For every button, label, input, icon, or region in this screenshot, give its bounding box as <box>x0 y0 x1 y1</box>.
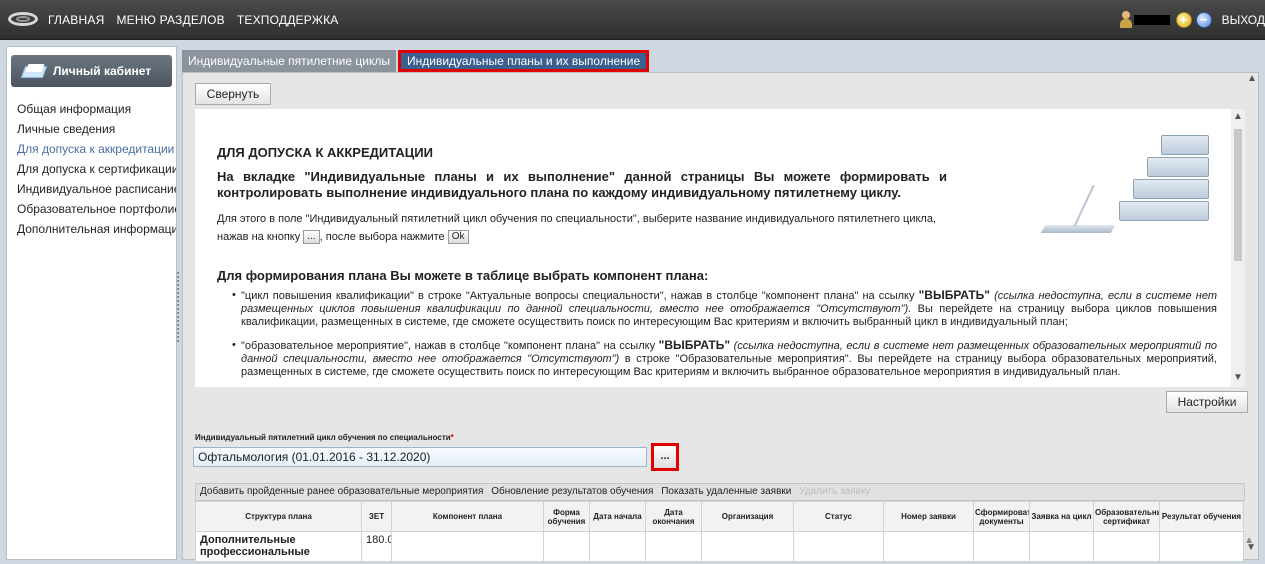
cell-cycle-request <box>1029 531 1094 562</box>
tab-strip: Индивидуальные пятилетние циклы Индивиду… <box>182 50 650 72</box>
nav-support[interactable]: ТЕХПОДДЕРЖКА <box>237 13 339 27</box>
cabinet-header[interactable]: Личный кабинет <box>11 55 172 87</box>
info-bullets: "цикл повышения квалификации" в строке "… <box>232 289 1217 387</box>
col-documents[interactable]: Сформировать документы <box>973 501 1030 532</box>
info-subheading: На вкладке "Индивидуальные планы и их вы… <box>217 169 947 200</box>
col-end-date[interactable]: Дата окончания <box>645 501 702 532</box>
settings-button[interactable]: Настройки <box>1166 391 1248 413</box>
info-bullet-2: "образовательное мероприятие", нажав в с… <box>232 339 1217 379</box>
sidebar-item-accreditation[interactable]: Для допуска к аккредитации <box>7 139 176 159</box>
cell-organization <box>701 531 794 562</box>
sidebar: Личный кабинет Общая информация Личные с… <box>6 46 177 560</box>
plan-table: Структура плана ЗЕТ Компонент плана Форм… <box>195 501 1244 562</box>
zoom-in-icon[interactable]: + <box>1175 12 1192 28</box>
cycle-pick-button[interactable]: ... <box>651 443 679 471</box>
info-box: ДЛЯ ДОПУСКА К АККРЕДИТАЦИИ На вкладке "И… <box>195 109 1245 387</box>
user-icon <box>1119 11 1132 29</box>
col-zet[interactable]: ЗЕТ <box>361 501 392 532</box>
nav-sections-menu[interactable]: МЕНЮ РАЗДЕЛОВ <box>116 13 224 27</box>
info-example-ok-button: Ok <box>447 230 469 245</box>
cell-form <box>543 531 590 562</box>
cell-component <box>391 531 544 562</box>
zoom-out-icon[interactable]: − <box>1195 12 1212 28</box>
col-organization[interactable]: Организация <box>701 501 794 532</box>
table-header-row: Структура плана ЗЕТ Компонент плана Форм… <box>195 501 1244 532</box>
info-example-pick-button: ... <box>303 230 320 245</box>
table-toolbar: Добавить пройденные ранее образовательны… <box>195 483 1245 501</box>
info-heading: ДЛЯ ДОПУСКА К АККРЕДИТАЦИИ <box>217 145 433 160</box>
book-icon <box>23 64 45 78</box>
sidebar-item-personal-data[interactable]: Личные сведения <box>7 119 176 139</box>
main-panel: ▲ Свернуть ДЛЯ ДОПУСКА К АККРЕДИТАЦИИ На… <box>182 72 1259 562</box>
col-certificate[interactable]: Образовательный сертификат <box>1093 501 1160 532</box>
main-scroll-up-icon[interactable]: ▲ <box>1247 73 1257 85</box>
info-paragraph-1: Для этого в поле "Индивидуальный пятилет… <box>217 213 937 225</box>
info-bullet-1: "цикл повышения квалификации" в строке "… <box>232 289 1217 329</box>
col-structure[interactable]: Структура плана <box>195 501 362 532</box>
table-row[interactable]: Дополнительные профессиональные 180.0 <box>195 531 1244 562</box>
top-right-controls: + − ВЫХОД <box>1119 0 1265 40</box>
info-p2-text-b: , после выбора нажмите <box>319 231 445 243</box>
cell-structure: Дополнительные профессиональные <box>195 531 362 562</box>
sidebar-item-portfolio[interactable]: Образовательное портфолио <box>7 199 176 219</box>
cycle-select-field[interactable]: Офтальмология (01.01.2016 - 31.12.2020) <box>193 447 647 467</box>
site-logo-icon[interactable] <box>8 11 38 28</box>
logout-link[interactable]: ВЫХОД <box>1222 13 1265 27</box>
tab-plans-execution[interactable]: Индивидуальные планы и их выполнение <box>397 50 650 72</box>
col-form[interactable]: Форма обучения <box>543 501 590 532</box>
cell-request-number <box>883 531 974 562</box>
info-scroll-thumb[interactable] <box>1234 129 1242 261</box>
cell-result <box>1159 531 1244 562</box>
info-scroll-down-icon[interactable]: ▼ <box>1233 372 1243 383</box>
cabinet-title: Личный кабинет <box>53 64 152 78</box>
cell-zet: 180.0 <box>361 531 392 562</box>
user-name-redacted[interactable] <box>1133 15 1170 25</box>
sidebar-menu: Общая информация Личные сведения Для доп… <box>7 99 176 239</box>
panel-splitter[interactable] <box>177 272 180 342</box>
delete-request-link: Удалить заявку <box>799 486 871 497</box>
cell-status <box>793 531 884 562</box>
sidebar-item-general-info[interactable]: Общая информация <box>7 99 176 119</box>
sidebar-item-schedule[interactable]: Индивидуальное расписание <box>7 179 176 199</box>
update-results-link[interactable]: Обновление результатов обучения <box>491 486 653 497</box>
collapse-button[interactable]: Свернуть <box>195 83 271 105</box>
info-scroll-up-icon[interactable]: ▲ <box>1233 111 1243 122</box>
col-status[interactable]: Статус <box>793 501 884 532</box>
info-paragraph-2: нажав на кнопку ..., после выбора нажмит… <box>217 229 469 245</box>
cell-certificate <box>1093 531 1160 562</box>
col-request-number[interactable]: Номер заявки <box>883 501 974 532</box>
sidebar-item-additional-info[interactable]: Дополнительная информация <box>7 219 176 239</box>
cycle-field-label: Индивидуальный пятилетний цикл обучения … <box>195 433 454 442</box>
info-scrollbar[interactable]: ▲ ▼ <box>1231 109 1245 387</box>
add-past-events-link[interactable]: Добавить пройденные ранее образовательны… <box>200 486 483 497</box>
info-heading-2: Для формирования плана Вы можете в табли… <box>217 268 709 283</box>
cell-start-date <box>589 531 646 562</box>
col-cycle-request[interactable]: Заявка на цикл <box>1029 501 1094 532</box>
col-result[interactable]: Результат обучения <box>1159 501 1244 532</box>
tab-five-year-cycles[interactable]: Индивидуальные пятилетние циклы <box>182 50 396 72</box>
cell-documents <box>973 531 1030 562</box>
cell-end-date <box>645 531 702 562</box>
books-illustration <box>1035 127 1225 237</box>
col-component[interactable]: Компонент плана <box>391 501 544 532</box>
sidebar-item-certification[interactable]: Для допуска к сертификации <box>7 159 176 179</box>
info-p2-text-a: нажав на кнопку <box>217 231 301 243</box>
col-start-date[interactable]: Дата начала <box>589 501 646 532</box>
top-nav: ГЛАВНАЯ МЕНЮ РАЗДЕЛОВ ТЕХПОДДЕРЖКА <box>48 13 350 27</box>
nav-home[interactable]: ГЛАВНАЯ <box>48 13 104 27</box>
show-deleted-link[interactable]: Показать удаленные заявки <box>661 486 791 497</box>
top-bar: ГЛАВНАЯ МЕНЮ РАЗДЕЛОВ ТЕХПОДДЕРЖКА + − В… <box>0 0 1265 40</box>
main-scroll-down-icon[interactable]: ▼ <box>1246 542 1256 553</box>
